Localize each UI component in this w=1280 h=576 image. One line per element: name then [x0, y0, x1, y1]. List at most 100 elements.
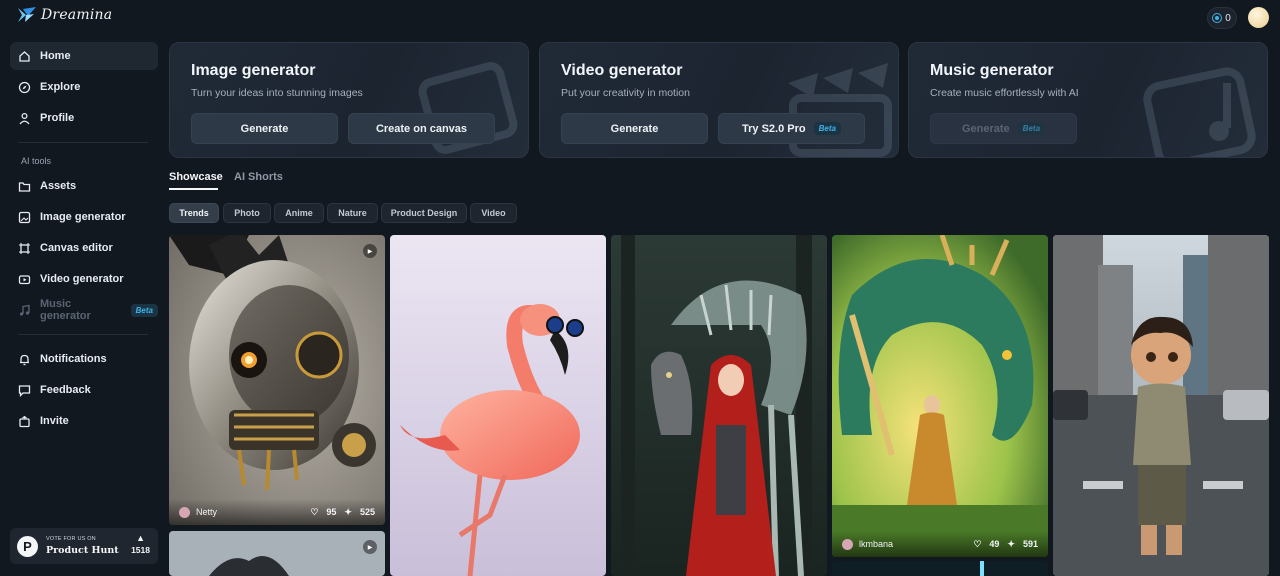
sidebar-item-label: Video generator	[40, 273, 124, 285]
app-name: Dreamina	[41, 7, 113, 23]
remix-icon[interactable]: ✦	[1007, 539, 1015, 550]
filter-video[interactable]: Video	[470, 203, 517, 223]
home-icon	[18, 50, 31, 63]
partial-image	[832, 561, 1048, 576]
tab-underline	[169, 188, 218, 190]
sidebar: Home Explore Profile AI tools Assets Ima…	[0, 36, 168, 576]
beta-badge: Beta	[813, 122, 841, 135]
dreamina-logo-icon	[18, 7, 36, 22]
sidebar-item-profile[interactable]: Profile	[10, 104, 158, 132]
product-hunt-card[interactable]: P VOTE FOR US ON Product Hunt ▲ 1518	[10, 528, 158, 564]
button-label: Generate	[961, 122, 1010, 135]
gallery-item-bird[interactable]: ▶	[169, 531, 385, 576]
generate-image-button[interactable]: Generate	[191, 113, 338, 144]
sidebar-item-canvas-editor[interactable]: Canvas editor	[10, 234, 158, 262]
boy-city-image	[1053, 235, 1269, 576]
sidebar-item-home[interactable]: Home	[10, 42, 158, 70]
tab-showcase[interactable]: Showcase	[169, 171, 223, 183]
sidebar-item-invite[interactable]: Invite	[10, 407, 158, 435]
red-riding-hood-image	[611, 235, 827, 576]
filter-product-design[interactable]: Product Design	[381, 203, 467, 223]
tile-stats: ♡ 49 ✦ 591	[973, 539, 1038, 550]
sidebar-item-video-generator[interactable]: Video generator	[10, 265, 158, 293]
card-subtitle: Put your creativity in motion	[561, 87, 690, 99]
top-bar: Dreamina 0	[0, 0, 1280, 36]
heart-icon[interactable]: ♡	[973, 539, 981, 550]
beta-badge: Beta	[130, 303, 158, 317]
bell-icon	[18, 353, 31, 366]
sidebar-item-music-generator[interactable]: Music generator Beta	[10, 296, 158, 324]
filter-photo[interactable]: Photo	[223, 203, 271, 223]
cyborg-image	[169, 235, 385, 525]
tile-stats: ♡ 95 ✦ 525	[310, 507, 375, 518]
section-label: AI tools	[21, 156, 52, 166]
tab-ai-shorts[interactable]: AI Shorts	[234, 171, 283, 183]
filter-trends[interactable]: Trends	[169, 203, 219, 223]
sidebar-item-label: Invite	[40, 415, 69, 427]
card-title: Image generator	[191, 62, 316, 79]
filter-nature[interactable]: Nature	[327, 203, 378, 223]
sidebar-item-label: Notifications	[40, 353, 107, 365]
likes-count: 95	[326, 507, 337, 517]
user-icon	[18, 112, 31, 125]
tile-meta: Netty ♡ 95 ✦ 525	[169, 499, 385, 525]
button-label: Generate	[240, 122, 289, 135]
filter-anime[interactable]: Anime	[274, 203, 324, 223]
music-icon	[18, 304, 31, 317]
likes-count: 49	[989, 539, 1000, 549]
generate-music-button[interactable]: Generate Beta	[930, 113, 1077, 144]
product-hunt-logo-icon: P	[17, 535, 38, 557]
vote-count: 1518	[131, 544, 150, 555]
remix-count: 525	[359, 507, 375, 517]
avatar[interactable]	[1248, 7, 1269, 28]
user-avatar-icon	[179, 506, 190, 518]
gallery-item-dragon[interactable]: lkmbana ♡ 49 ✦ 591	[832, 235, 1048, 557]
button-label: Create on canvas	[375, 122, 468, 135]
gallery-item-cyborg[interactable]: ▶ Netty ♡ 95 ✦ 525	[169, 235, 385, 525]
username: lkmbana	[859, 539, 894, 549]
bird-image	[169, 531, 385, 576]
credit-icon	[1213, 14, 1222, 22]
sidebar-item-label: Explore	[40, 81, 81, 93]
music-deco-icon	[1143, 67, 1256, 157]
sidebar-item-assets[interactable]: Assets	[10, 172, 158, 200]
remix-icon[interactable]: ✦	[344, 507, 352, 518]
upvote-icon: ▲	[136, 533, 145, 543]
folder-icon	[18, 180, 31, 193]
create-on-canvas-button[interactable]: Create on canvas	[348, 113, 495, 144]
beta-badge: Beta	[1017, 122, 1046, 135]
product-hunt-title: Product Hunt	[46, 544, 119, 556]
divider	[18, 334, 148, 335]
image-icon	[18, 211, 31, 224]
card-subtitle: Create music effortlessly with AI	[930, 87, 1079, 99]
user-avatar-icon	[842, 538, 853, 550]
dragon-image	[832, 235, 1048, 557]
heart-icon[interactable]: ♡	[310, 507, 318, 518]
video-generator-card: Video generator Put your creativity in m…	[539, 42, 899, 158]
sidebar-item-feedback[interactable]: Feedback	[10, 376, 158, 404]
sidebar-item-image-generator[interactable]: Image generator	[10, 203, 158, 231]
card-title: Video generator	[561, 62, 683, 79]
gallery-item-partial[interactable]	[832, 561, 1048, 576]
feedback-icon	[18, 384, 31, 397]
sidebar-item-notifications[interactable]: Notifications	[10, 345, 158, 373]
sidebar-item-explore[interactable]: Explore	[10, 73, 158, 101]
username: Netty	[196, 507, 218, 517]
credits-badge[interactable]: 0	[1207, 7, 1237, 29]
canvas-icon	[18, 242, 31, 255]
sidebar-item-label: Assets	[40, 180, 77, 192]
app-logo[interactable]: Dreamina	[17, 6, 112, 24]
sidebar-item-label: Image generator	[40, 211, 126, 223]
image-generator-card: Image generator Turn your ideas into stu…	[169, 42, 529, 158]
video-play-icon: ▶	[363, 244, 377, 258]
tile-meta: lkmbana ♡ 49 ✦ 591	[832, 531, 1048, 557]
video-play-icon: ▶	[363, 540, 377, 554]
try-s2-pro-button[interactable]: Try S2.0 Pro Beta	[718, 113, 865, 144]
gallery-item-red-riding-hood[interactable]	[611, 235, 827, 576]
product-hunt-votes: ▲ 1518	[131, 533, 150, 556]
sidebar-item-label: Home	[40, 50, 71, 62]
divider	[18, 142, 148, 143]
gallery-item-flamingo[interactable]	[390, 235, 606, 576]
gallery-item-boy-city[interactable]	[1053, 235, 1269, 576]
generate-video-button[interactable]: Generate	[561, 113, 708, 144]
